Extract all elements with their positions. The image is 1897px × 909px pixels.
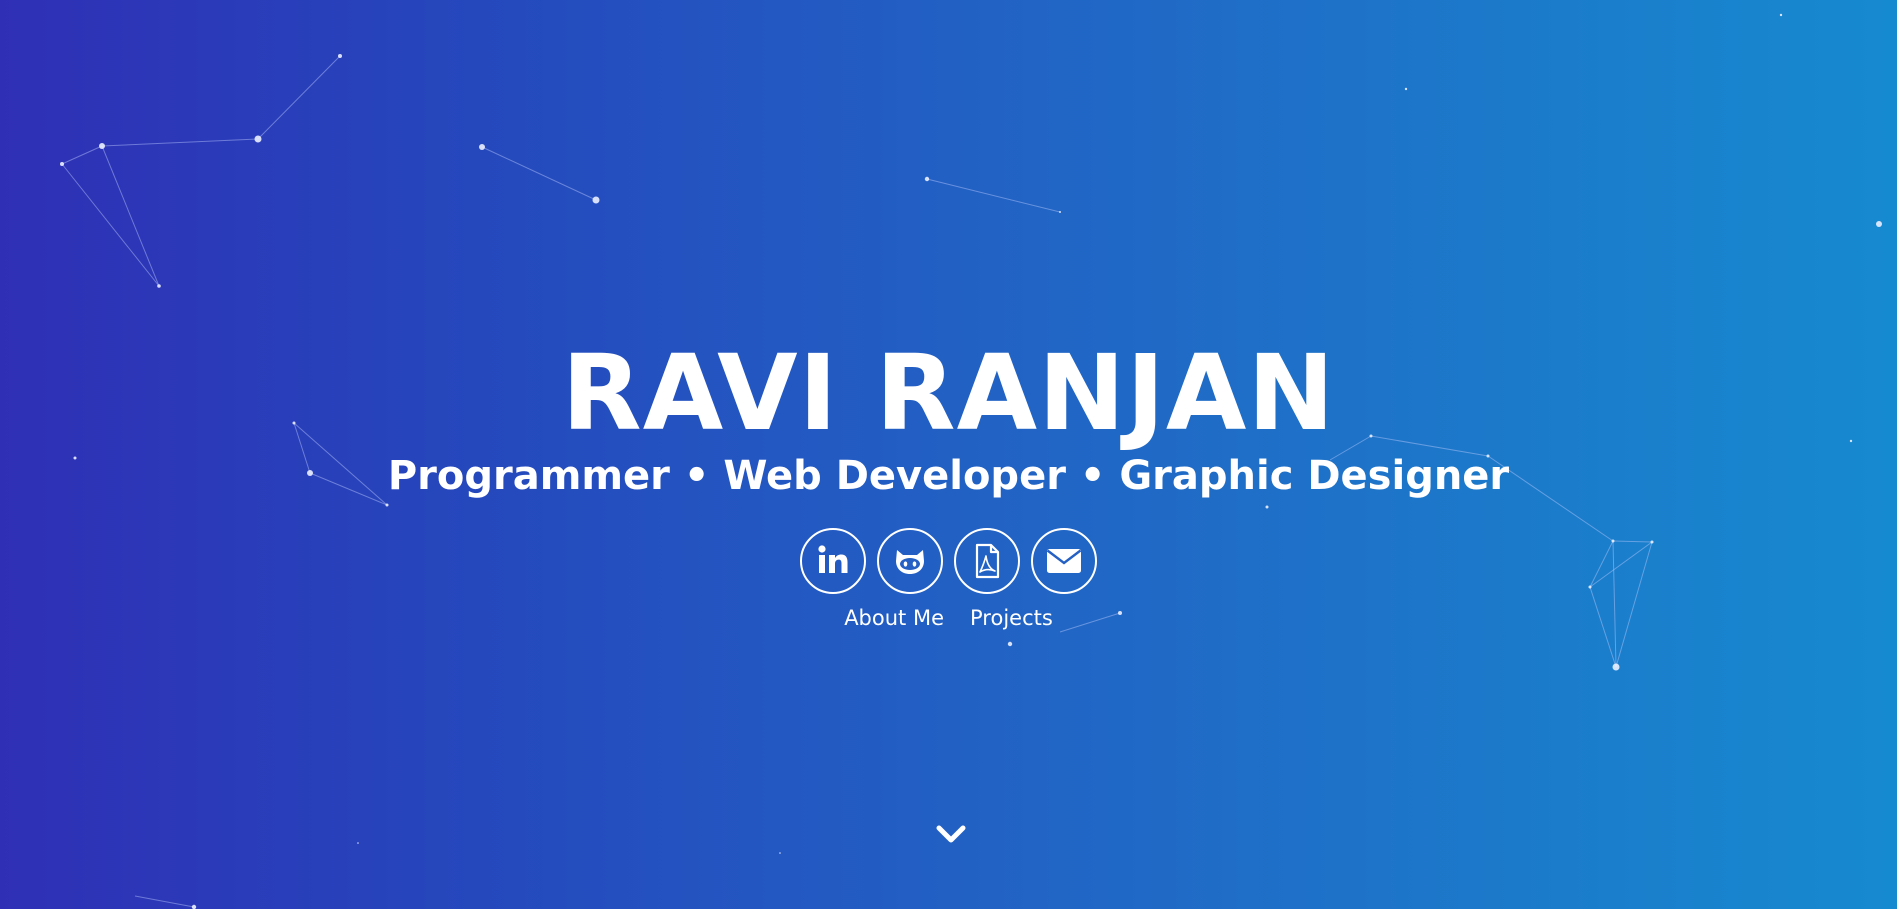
linkedin-button[interactable]	[800, 528, 866, 594]
github-icon	[896, 550, 924, 574]
linkedin-icon	[818, 545, 848, 573]
github-button[interactable]	[877, 528, 943, 594]
hero-nav: About Me Projects	[0, 606, 1897, 630]
hero-name: RAVI RANJAN	[561, 332, 1336, 454]
social-links	[0, 528, 1897, 594]
pdf-resume-icon	[975, 543, 1000, 579]
projects-link[interactable]: Projects	[970, 606, 1053, 630]
hero-content: RAVI RANJAN Programmer • Web Developer •…	[0, 338, 1897, 630]
about-me-link[interactable]: About Me	[844, 606, 944, 630]
email-button[interactable]	[1031, 528, 1097, 594]
hero-tagline: Programmer • Web Developer • Graphic Des…	[387, 453, 1510, 499]
email-icon	[1046, 549, 1082, 573]
hero-section: RAVI RANJAN Programmer • Web Developer •…	[0, 0, 1897, 909]
resume-pdf-button[interactable]	[954, 528, 1020, 594]
chevron-down-icon[interactable]	[933, 820, 969, 850]
